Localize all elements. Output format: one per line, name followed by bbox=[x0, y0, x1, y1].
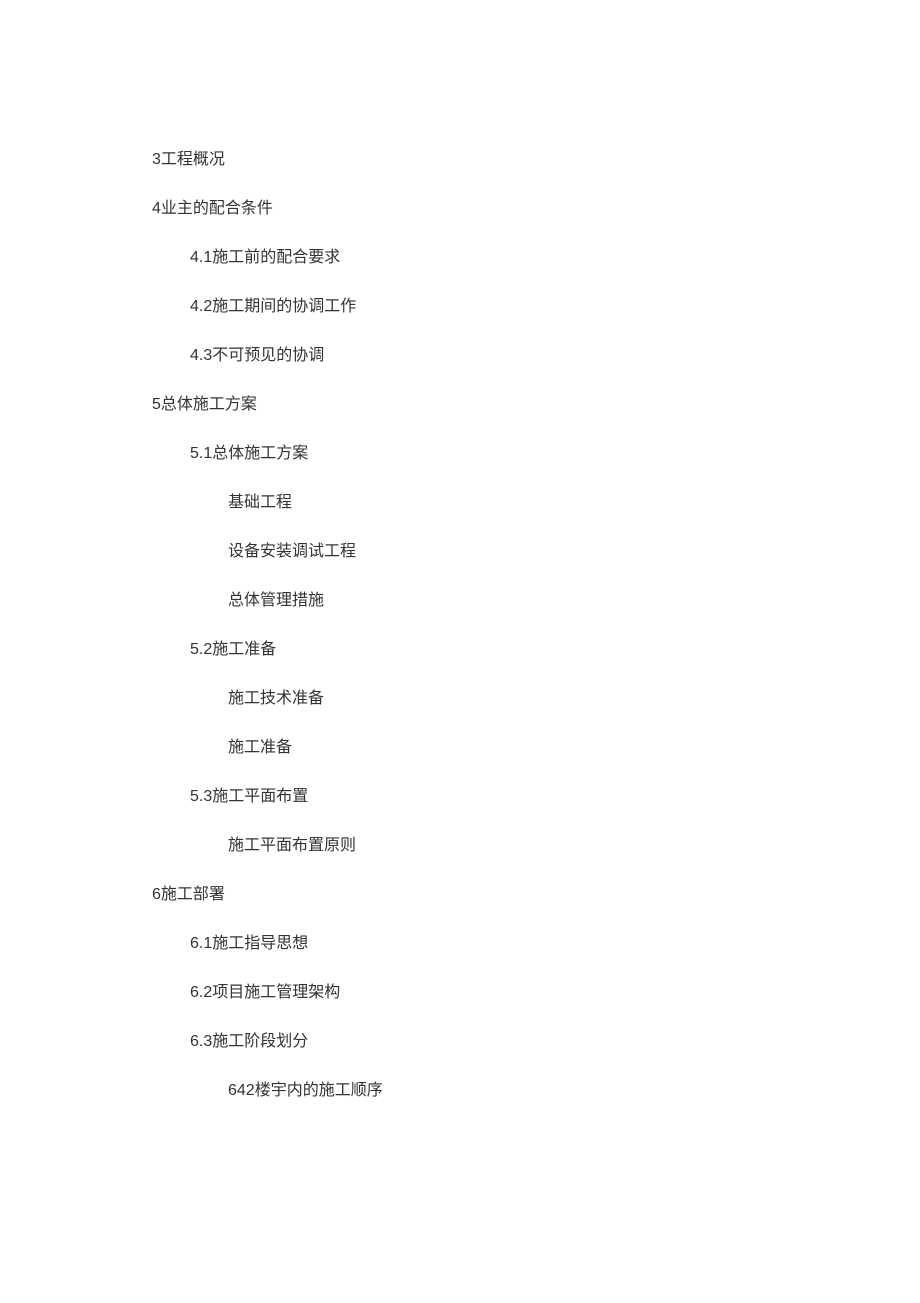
toc-entry: 6.2项目施工管理架构 bbox=[190, 981, 920, 1005]
toc-entry: 642楼宇内的施工顺序 bbox=[228, 1079, 920, 1103]
toc-entry: 5.3施工平面布置 bbox=[190, 785, 920, 809]
toc-entry: 总体管理措施 bbox=[228, 589, 920, 613]
toc-entry: 4.3不可预见的协调 bbox=[190, 344, 920, 368]
toc-entry: 5.2施工准备 bbox=[190, 638, 920, 662]
toc-entry: 基础工程 bbox=[228, 491, 920, 515]
toc-entry: 5.1总体施工方案 bbox=[190, 442, 920, 466]
toc-entry: 6.1施工指导思想 bbox=[190, 932, 920, 956]
toc-entry: 4业主的配合条件 bbox=[152, 197, 920, 221]
toc-entry: 施工技术准备 bbox=[228, 687, 920, 711]
toc-entry: 4.1施工前的配合要求 bbox=[190, 246, 920, 270]
toc-entry: 6.3施工阶段划分 bbox=[190, 1030, 920, 1054]
toc-entry: 4.2施工期间的协调工作 bbox=[190, 295, 920, 319]
toc-entry: 5总体施工方案 bbox=[152, 393, 920, 417]
toc-entry: 设备安装调试工程 bbox=[228, 540, 920, 564]
toc-entry: 施工准备 bbox=[228, 736, 920, 760]
toc-entry: 6施工部署 bbox=[152, 883, 920, 907]
toc-entry: 3工程概况 bbox=[152, 148, 920, 172]
toc-entry: 施工平面布置原则 bbox=[228, 834, 920, 858]
